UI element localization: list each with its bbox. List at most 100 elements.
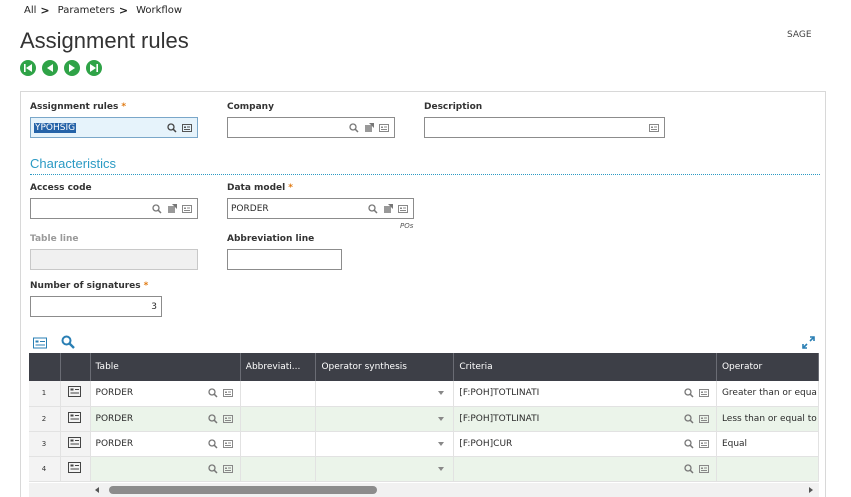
grid-search-icon[interactable] xyxy=(61,334,75,353)
cell-criteria-value: [F:POH]CUR xyxy=(459,438,513,449)
abbreviation-line-field[interactable] xyxy=(227,249,342,270)
cell-abbreviation[interactable] xyxy=(240,431,317,457)
goto-icon[interactable] xyxy=(364,122,374,133)
scroll-right-arrow[interactable] xyxy=(809,487,813,493)
goto-icon[interactable] xyxy=(383,203,393,214)
detail-icon[interactable] xyxy=(222,439,233,449)
last-record-icon xyxy=(90,64,98,72)
table-row[interactable]: 3 PORDER [F:POH]CUR Equal xyxy=(29,431,819,457)
first-record-button[interactable] xyxy=(20,60,36,76)
expand-icon[interactable] xyxy=(802,334,815,353)
cell-operator-synthesis[interactable] xyxy=(315,406,455,432)
cell-table[interactable]: PORDER xyxy=(90,406,241,432)
page-title: Assignment rules xyxy=(20,28,189,53)
breadcrumb-all[interactable]: All xyxy=(24,5,36,16)
form-panel: Assignment rules * YPOHSIG Company Descri… xyxy=(20,91,826,497)
column-header-abbreviation[interactable]: Abbreviati... xyxy=(240,353,317,381)
company-code: SAGE xyxy=(787,30,812,40)
company-field[interactable] xyxy=(227,117,395,138)
search-icon[interactable] xyxy=(684,388,694,398)
search-icon[interactable] xyxy=(684,413,694,424)
search-icon[interactable] xyxy=(208,463,218,474)
search-icon[interactable] xyxy=(208,438,218,449)
row-detail-button[interactable] xyxy=(60,381,91,407)
previous-record-button[interactable] xyxy=(42,60,58,76)
next-record-button[interactable] xyxy=(64,60,80,76)
breadcrumb-parameters[interactable]: Parameters xyxy=(58,5,115,16)
search-icon[interactable] xyxy=(208,388,218,398)
detail-icon[interactable] xyxy=(182,204,192,214)
detail-icon[interactable] xyxy=(379,123,389,133)
scroll-thumb[interactable] xyxy=(109,486,377,494)
detail-icon[interactable] xyxy=(698,414,709,424)
data-model-field[interactable]: PORDER xyxy=(227,198,414,219)
detail-icon[interactable] xyxy=(698,439,709,449)
detail-icon[interactable] xyxy=(222,388,233,398)
search-icon[interactable] xyxy=(684,438,694,449)
cell-operator[interactable]: Greater than or equa xyxy=(716,381,819,407)
grid-detail-icon[interactable] xyxy=(33,334,47,353)
search-icon[interactable] xyxy=(167,122,177,133)
breadcrumb-separator: > xyxy=(118,4,129,17)
column-header-criteria[interactable]: Criteria xyxy=(453,353,717,381)
column-header-table[interactable]: Table xyxy=(90,353,241,381)
detail-icon[interactable] xyxy=(698,464,709,474)
table-line-field xyxy=(30,249,198,270)
row-detail-button[interactable] xyxy=(60,431,91,457)
search-icon[interactable] xyxy=(208,413,218,424)
detail-icon[interactable] xyxy=(222,414,233,424)
cell-abbreviation[interactable] xyxy=(240,406,317,432)
row-detail-button[interactable] xyxy=(60,456,91,482)
detail-icon[interactable] xyxy=(698,388,709,398)
table-row[interactable]: 1 PORDER [F:POH]TOTLINATI Greater than or e… xyxy=(29,381,819,407)
cell-operator-synthesis[interactable] xyxy=(315,431,455,457)
search-icon[interactable] xyxy=(349,122,359,133)
detail-icon[interactable] xyxy=(398,204,408,214)
cell-operator[interactable]: Less than or equal to xyxy=(716,406,819,432)
cell-abbreviation[interactable] xyxy=(240,381,317,407)
table-row[interactable]: 2 PORDER [F:POH]TOTLINATI Less than or equa… xyxy=(29,406,819,432)
cell-table[interactable]: PORDER xyxy=(90,381,241,407)
number-of-signatures-field[interactable]: 3 xyxy=(30,296,162,317)
table-row[interactable]: 4 xyxy=(29,456,819,482)
chevron-down-icon[interactable] xyxy=(438,391,445,396)
detail-icon[interactable] xyxy=(222,464,233,474)
goto-icon[interactable] xyxy=(167,203,177,214)
cell-table[interactable]: PORDER xyxy=(90,431,241,457)
data-model-description: POs xyxy=(400,222,414,230)
description-label: Description xyxy=(424,102,483,112)
assignment-rules-label: Assignment rules * xyxy=(30,102,127,112)
cell-operator-synthesis[interactable] xyxy=(315,381,455,407)
breadcrumb-workflow[interactable]: Workflow xyxy=(136,5,182,16)
cell-table[interactable] xyxy=(90,456,241,482)
chevron-down-icon[interactable] xyxy=(438,416,445,421)
row-detail-button[interactable] xyxy=(60,406,91,432)
cell-operator[interactable] xyxy=(716,456,819,482)
scroll-left-arrow[interactable] xyxy=(95,487,99,493)
detail-icon[interactable] xyxy=(649,123,659,133)
cell-abbreviation[interactable] xyxy=(240,456,317,482)
horizontal-scrollbar[interactable] xyxy=(29,483,819,497)
cell-criteria[interactable] xyxy=(453,456,717,482)
cell-criteria[interactable]: [F:POH]TOTLINATI xyxy=(453,406,717,432)
breadcrumb-separator: > xyxy=(40,4,50,17)
chevron-down-icon[interactable] xyxy=(438,466,445,471)
column-header-operator-synthesis[interactable]: Operator synthesis xyxy=(315,353,455,381)
column-header-operator[interactable]: Operator xyxy=(716,353,819,381)
cell-operator-synthesis[interactable] xyxy=(315,456,455,482)
access-code-field[interactable] xyxy=(30,198,198,219)
last-record-button[interactable] xyxy=(86,60,102,76)
detail-icon[interactable] xyxy=(182,123,192,133)
search-icon[interactable] xyxy=(368,203,378,214)
cell-criteria[interactable]: [F:POH]TOTLINATI xyxy=(453,381,717,407)
chevron-down-icon[interactable] xyxy=(438,441,445,446)
search-icon[interactable] xyxy=(152,203,162,214)
table-line-label: Table line xyxy=(30,234,79,244)
cell-operator[interactable]: Equal xyxy=(716,431,819,457)
description-field[interactable] xyxy=(424,117,665,138)
cell-criteria[interactable]: [F:POH]CUR xyxy=(453,431,717,457)
section-title-characteristics: Characteristics xyxy=(30,156,116,171)
search-icon[interactable] xyxy=(684,463,694,474)
row-number: 1 xyxy=(29,381,61,407)
assignment-rules-field[interactable]: YPOHSIG xyxy=(30,117,198,138)
